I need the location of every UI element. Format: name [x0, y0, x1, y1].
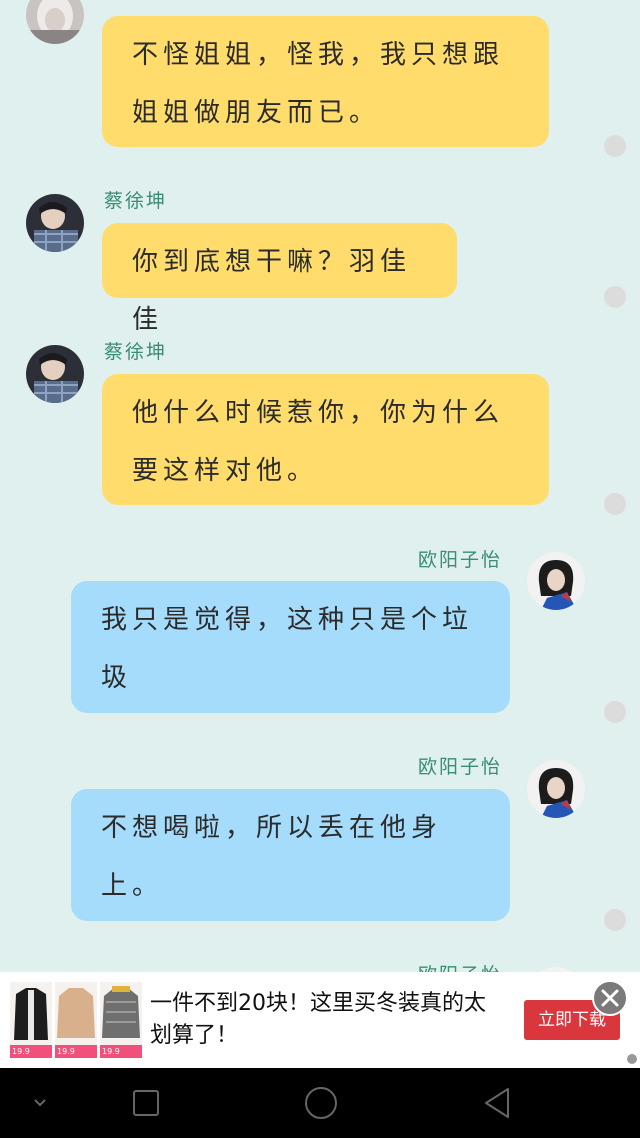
ad-headline[interactable]: 一件不到20块！这里买冬装真的太划算了！	[150, 988, 500, 1052]
close-icon[interactable]	[592, 980, 628, 1016]
recent-apps-square-icon[interactable]	[126, 1083, 166, 1123]
chat-area[interactable]: 不怪姐姐，怪我，我只想跟姐姐做朋友而已。 蔡徐坤 你到底想干嘛？羽佳佳 蔡徐坤 …	[0, 0, 640, 972]
avatar[interactable]	[26, 0, 84, 44]
ad-price: 19.9	[100, 1045, 142, 1058]
ad-price: 19.9	[55, 1045, 97, 1058]
ad-thumbnail: 19.9	[100, 982, 142, 1058]
ad-thumbnail: 19.9	[55, 982, 97, 1058]
message-bubble[interactable]: 我只是觉得，这种只是个垃圾	[71, 581, 510, 713]
status-dot	[604, 909, 626, 931]
message-text: 他什么时候惹你，你为什么要这样对他。	[132, 398, 505, 486]
message-bubble[interactable]: 不怪姐姐，怪我，我只想跟姐姐做朋友而已。	[102, 16, 549, 147]
sender-name: 欧阳子怡	[418, 960, 502, 972]
ad-banner[interactable]: 19.9 19.9 19.9 一件不到20块！这里买冬装真的太划算了！ 立即下载	[0, 972, 640, 1068]
message-bubble[interactable]: 他什么时候惹你，你为什么要这样对他。	[102, 374, 549, 505]
home-circle-icon[interactable]	[301, 1083, 341, 1123]
message-text: 我只是觉得，这种只是个垃圾	[101, 605, 474, 693]
avatar[interactable]	[26, 345, 84, 403]
avatar[interactable]	[26, 194, 84, 252]
back-triangle-icon[interactable]	[478, 1083, 518, 1123]
sender-name: 蔡徐坤	[104, 341, 168, 363]
sender-name: 欧阳子怡	[418, 549, 503, 571]
sender-name: 蔡徐坤	[104, 190, 168, 212]
ad-price: 19.9	[10, 1045, 52, 1058]
navigation-bar	[0, 1068, 640, 1138]
sender-name: 欧阳子怡	[418, 756, 503, 778]
status-dot	[604, 701, 626, 723]
ad-image[interactable]: 19.9 19.9 19.9	[10, 982, 142, 1058]
message-text: 你到底想干嘛？羽佳佳	[132, 247, 412, 335]
ad-thumbnail: 19.9	[10, 982, 52, 1058]
message-bubble[interactable]: 不想喝啦，所以丢在他身上。	[71, 789, 510, 921]
chevron-down-icon[interactable]	[20, 1083, 60, 1123]
status-dot	[604, 286, 626, 308]
avatar[interactable]	[527, 552, 585, 610]
message-text: 不怪姐姐，怪我，我只想跟姐姐做朋友而已。	[132, 40, 505, 128]
ad-mark-icon	[627, 1054, 637, 1064]
status-dot	[604, 135, 626, 157]
status-dot	[604, 493, 626, 515]
message-text: 不想喝啦，所以丢在他身上。	[101, 813, 443, 901]
avatar[interactable]	[527, 760, 585, 818]
message-bubble[interactable]: 你到底想干嘛？羽佳佳	[102, 223, 457, 335]
